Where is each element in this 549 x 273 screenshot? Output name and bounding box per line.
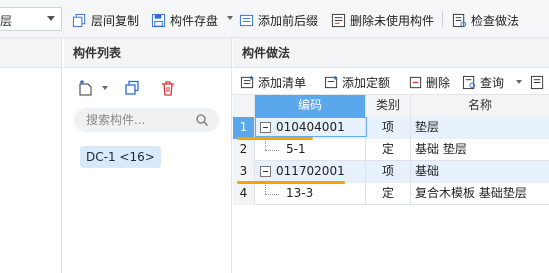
copy-icon: [125, 80, 139, 95]
row-number[interactable]: 4: [233, 183, 255, 205]
tree-connector: [265, 183, 266, 194]
add-list-button[interactable]: 添加清单: [240, 73, 306, 91]
copy-layers-button[interactable]: 层间复制: [72, 10, 139, 30]
component-search[interactable]: [74, 108, 219, 132]
search-icon[interactable]: [195, 113, 209, 127]
chevron-down-icon[interactable]: [227, 16, 233, 20]
add-quota-icon: [324, 75, 338, 88]
name-cell[interactable]: 垫层: [411, 117, 549, 139]
chevron-down-icon[interactable]: [516, 80, 522, 84]
copy-layers-icon: [72, 13, 86, 27]
name-cell[interactable]: 复合木模板 基础垫层: [411, 183, 549, 205]
component-method-panel: 构件做法 添加清单 添加定额 删除 查询 编码 类别 名称 1 01040400…: [233, 38, 549, 273]
code-cell[interactable]: 13-3: [255, 183, 366, 205]
grid-corner: [233, 95, 255, 117]
query-label: 查询: [480, 75, 505, 90]
layer-select-value: 层: [0, 14, 13, 28]
component-method-title: 构件做法: [233, 38, 549, 68]
delete-icon: [409, 76, 422, 88]
delete-unused-icon: [331, 13, 346, 27]
row-number[interactable]: 3: [233, 161, 255, 183]
chevron-down-icon[interactable]: [102, 86, 108, 90]
category-cell[interactable]: 定: [366, 139, 411, 161]
name-cell[interactable]: 基础: [411, 161, 549, 183]
check-method-icon: [452, 13, 467, 27]
new-component-icon: [79, 80, 92, 96]
left-panel: [0, 38, 62, 273]
delete-unused-label: 删除未使用构件: [350, 13, 435, 28]
copy-component-button[interactable]: [120, 76, 144, 100]
annotation-underline: [237, 181, 345, 184]
category-cell[interactable]: 定: [366, 183, 411, 205]
name-cell[interactable]: 基础 垫层: [411, 139, 549, 161]
delete-label: 删除: [426, 75, 451, 90]
column-header-name[interactable]: 名称: [411, 95, 549, 117]
delete-button[interactable]: 删除: [408, 73, 450, 91]
add-quota-label: 添加定额: [342, 75, 391, 90]
add-prefix-label: 添加前后缀: [258, 13, 319, 28]
method-toolbar: 添加清单 添加定额 删除 查询: [233, 69, 549, 95]
query-button[interactable]: 查询: [462, 73, 504, 91]
grid-header: 编码 类别 名称: [233, 95, 549, 117]
trash-icon: [162, 81, 174, 96]
add-list-label: 添加清单: [258, 75, 307, 90]
toolbar-divider: [442, 11, 443, 27]
left-panel-header: [0, 38, 61, 68]
component-list-title: 构件列表: [64, 38, 231, 68]
table-row[interactable]: 4 13-3 定 复合木模板 基础垫层: [233, 183, 549, 205]
row-number[interactable]: 1: [233, 117, 255, 139]
column-header-category[interactable]: 类别: [366, 95, 411, 117]
code-value: 011702001: [276, 164, 345, 178]
new-component-button[interactable]: [74, 76, 98, 100]
component-list-panel: 构件列表 DC-1 <16>: [64, 38, 232, 273]
code-value: 5-1: [286, 142, 306, 156]
selected-cell-outline: [255, 117, 367, 137]
check-method-button[interactable]: 检查做法: [452, 10, 519, 30]
row-number[interactable]: 2: [233, 139, 255, 161]
more-tools-icon: [530, 75, 544, 89]
delete-unused-button[interactable]: 删除未使用构件: [331, 10, 434, 30]
query-icon: [462, 75, 476, 89]
add-prefix-icon: [239, 14, 254, 26]
delete-component-button[interactable]: [156, 76, 180, 100]
code-cell[interactable]: 5-1: [255, 139, 366, 161]
add-quota-button[interactable]: 添加定额: [324, 73, 390, 91]
column-header-code[interactable]: 编码: [255, 95, 366, 117]
add-prefix-button[interactable]: 添加前后缀: [239, 10, 318, 30]
component-search-input[interactable]: [86, 111, 191, 129]
component-item-selected[interactable]: DC-1 <16>: [80, 146, 161, 168]
tree-connector: [265, 150, 279, 151]
code-cell[interactable]: 011702001: [255, 161, 366, 183]
chevron-down-icon: [47, 16, 55, 21]
category-cell[interactable]: 项: [366, 117, 411, 139]
table-row[interactable]: 2 5-1 定 基础 垫层: [233, 139, 549, 161]
tree-connector: [265, 139, 266, 150]
save-component-label: 构件存盘: [170, 13, 219, 28]
layer-select[interactable]: 层: [0, 7, 62, 31]
tree-connector: [265, 194, 279, 195]
save-component-button[interactable]: 构件存盘: [151, 10, 218, 30]
more-tools-button[interactable]: [530, 73, 548, 91]
collapse-icon[interactable]: [260, 166, 271, 177]
table-row[interactable]: 3 011702001 项 基础: [233, 161, 549, 183]
annotation-underline: [237, 137, 313, 140]
copy-layers-label: 层间复制: [91, 13, 140, 28]
main-toolbar: 层 层间复制 构件存盘 添加前后缀 删除未使用构件 检查做法: [0, 0, 549, 38]
add-list-icon: [240, 75, 254, 88]
save-component-icon: [151, 13, 166, 27]
check-method-label: 检查做法: [471, 13, 520, 28]
code-value: 13-3: [286, 186, 314, 200]
category-cell[interactable]: 项: [366, 161, 411, 183]
